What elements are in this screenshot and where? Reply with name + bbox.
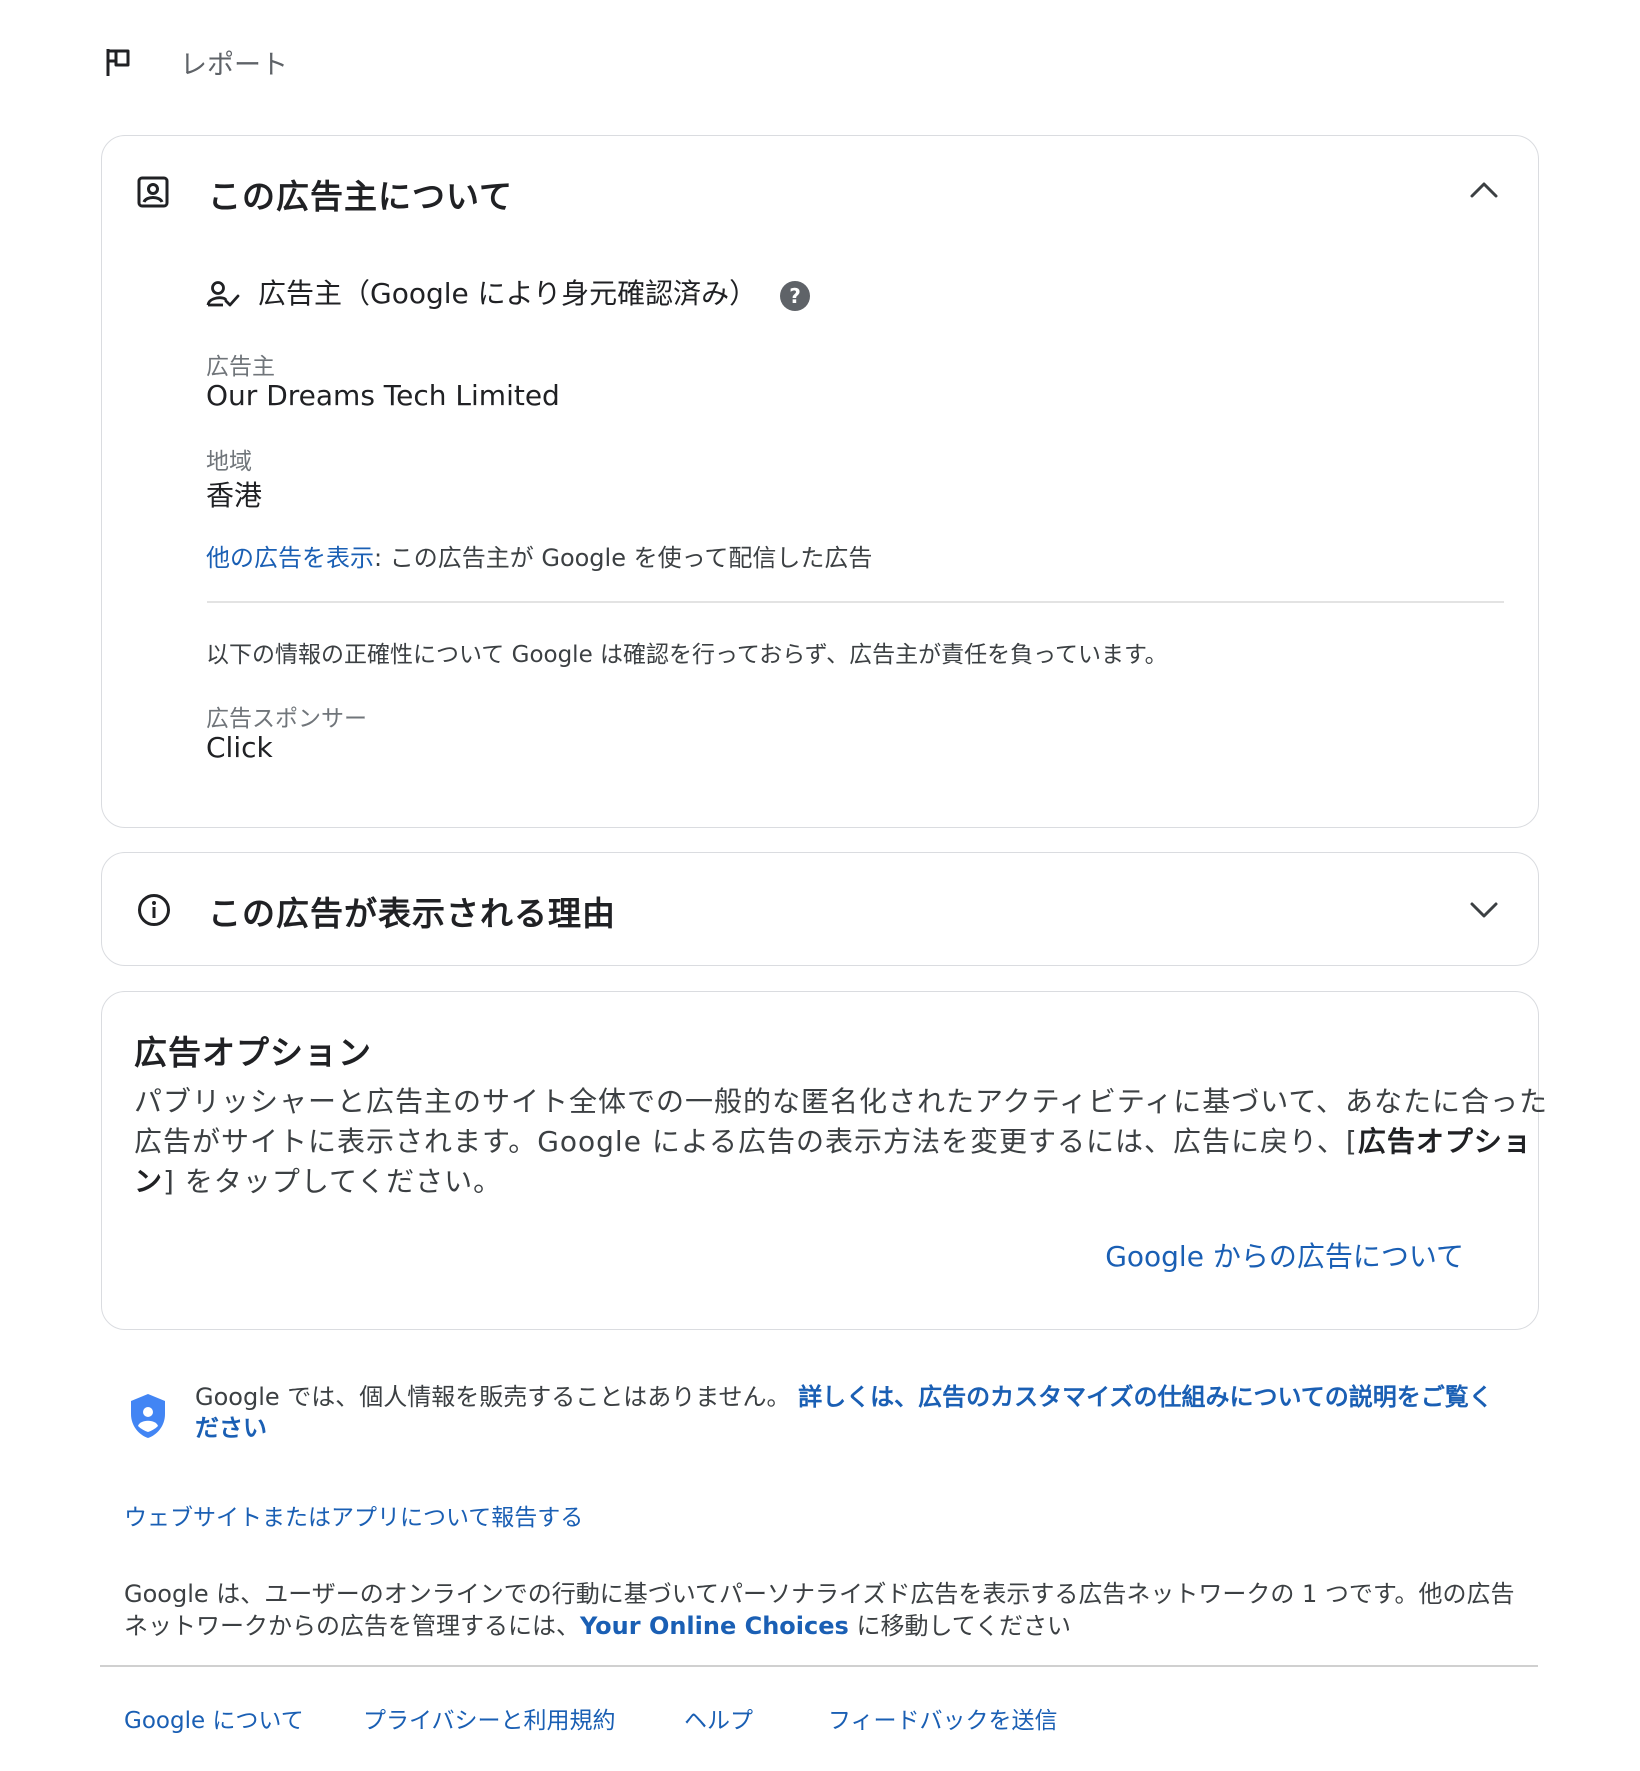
network-info-line-1: Google は、ユーザーのオンラインでの行動に基づいてパーソナライズド広告を表… (124, 1580, 1515, 1608)
chevron-down-icon[interactable] (1469, 900, 1499, 920)
more-ads-description: : この広告主が Google を使って配信した広告 (374, 544, 873, 572)
ad-options-line-1: パブリッシャーと広告主のサイト全体での一般的な匿名化されたアクティビティに基づい… (134, 1085, 1549, 1118)
sponsor-value: Click (206, 731, 273, 764)
report-website-link[interactable]: ウェブサイトまたはアプリについて報告する (124, 1498, 583, 1532)
footer-link-feedback[interactable]: フィードバックを送信 (828, 1701, 1058, 1735)
advertiser-name-label: 広告主 (206, 354, 275, 380)
about-google-ads-link[interactable]: Google からの広告について (1105, 1235, 1464, 1275)
more-ads-link[interactable]: 他の広告を表示 (206, 544, 374, 572)
privacy-learn-more-link-cont[interactable]: ださい (195, 1414, 267, 1442)
divider (207, 601, 1504, 603)
disclaimer-text: 以下の情報の正確性について Google は確認を行っておらず、広告主が責任を負… (206, 642, 1168, 668)
report-label: レポート (180, 49, 288, 81)
your-online-choices-link[interactable]: Your Online Choices (580, 1612, 849, 1640)
flag-icon (104, 46, 134, 78)
network-info-line-2: ネットワークからの広告を管理するには、Your Online Choices に… (124, 1612, 1072, 1640)
account-box-icon (137, 176, 169, 208)
network-info: Google は、ユーザーのオンラインでの行動に基づいてパーソナライズド広告を表… (124, 1578, 1534, 1642)
privacy-shield-icon (128, 1392, 168, 1440)
footer-link-help[interactable]: ヘルプ (684, 1701, 753, 1735)
sponsor-label: 広告スポンサー (206, 706, 367, 732)
advertiser-card-header[interactable]: この広告主について (102, 136, 1540, 246)
advertiser-card-title: この広告主について (208, 177, 514, 216)
region-label: 地域 (206, 449, 252, 475)
footer-link-privacy-terms[interactable]: プライバシーと利用規約 (363, 1701, 616, 1735)
privacy-text: Google では、個人情報を販売することはありません。 (195, 1383, 791, 1411)
more-ads-row: 他の広告を表示: この広告主が Google を使って配信した広告 (206, 538, 872, 573)
ad-options-card: 広告オプション パブリッシャーと広告主のサイト全体での一般的な匿名化されたアクテ… (101, 991, 1549, 1330)
why-ad-title: この広告が表示される理由 (208, 894, 616, 933)
ad-options-title: 広告オプション (134, 1033, 372, 1072)
help-icon[interactable]: ? (779, 280, 811, 312)
footer-link-about-google[interactable]: Google について (124, 1701, 304, 1735)
verified-user-icon (206, 279, 240, 309)
svg-text:?: ? (789, 284, 801, 308)
advertiser-card: この広告主について 広告主（Google により身元確認済み） ? 広告主 Ou… (101, 135, 1539, 828)
verified-label: 広告主（Google により身元確認済み） (258, 277, 758, 310)
ad-options-line-2: 広告がサイトに表示されます。Google による広告の表示方法を変更するには、広… (134, 1125, 1532, 1158)
privacy-notice: Google では、個人情報を販売することはありません。 詳しくは、広告のカスタ… (195, 1382, 1525, 1444)
region-value: 香港 (206, 479, 263, 512)
advertiser-name-value: Our Dreams Tech Limited (206, 379, 560, 412)
ad-options-description: パブリッシャーと広告主のサイト全体での一般的な匿名化されたアクティビティに基づい… (134, 1082, 1549, 1202)
ad-options-line-3: ン] をタップしてください。 (134, 1165, 503, 1198)
info-icon (137, 893, 171, 927)
footer-divider (100, 1665, 1538, 1667)
chevron-up-icon[interactable] (1469, 180, 1499, 200)
privacy-learn-more-link[interactable]: 詳しくは、広告のカスタマイズの仕組みについての説明をご覧く (798, 1383, 1493, 1411)
why-ad-card[interactable]: この広告が表示される理由 (101, 852, 1539, 966)
report-button[interactable]: レポート (104, 42, 288, 82)
